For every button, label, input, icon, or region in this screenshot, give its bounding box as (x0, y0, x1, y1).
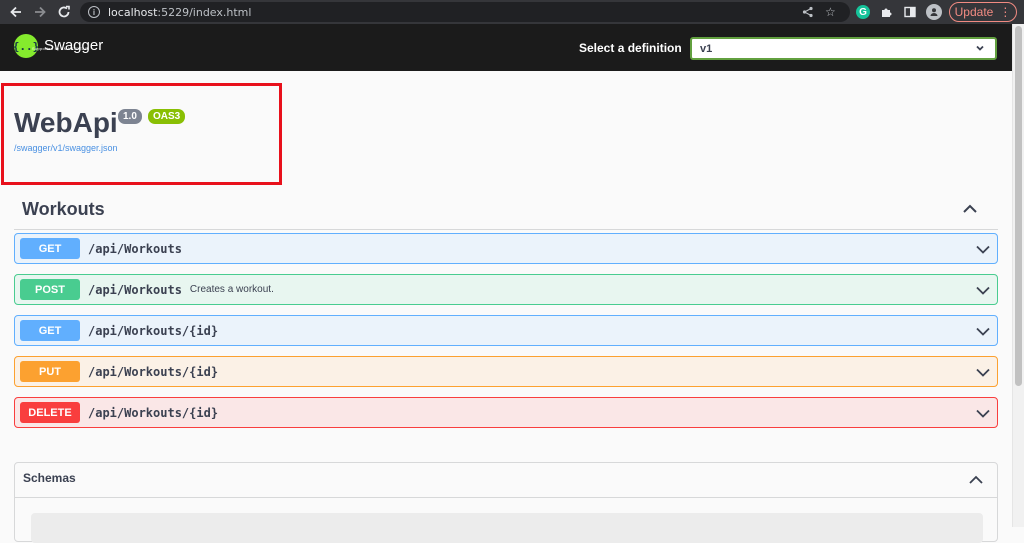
chevron-up-icon[interactable] (967, 471, 985, 489)
update-button[interactable]: Update ⋮ (949, 2, 1017, 22)
schema-model-row[interactable] (31, 513, 983, 543)
extensions-puzzle-icon[interactable] (878, 4, 894, 20)
method-badge: POST (20, 279, 80, 300)
operation-summary: Creates a workout. (189, 284, 274, 295)
tag-divider (14, 229, 998, 230)
operation-delete-workout[interactable]: DELETE /api/Workouts/{id} (14, 397, 998, 428)
chevron-down-icon[interactable] (975, 364, 991, 380)
schemas-title[interactable]: Schemas (23, 471, 76, 485)
grammarly-icon[interactable]: G (856, 5, 870, 19)
operation-path: /api/Workouts/{id} (88, 364, 219, 379)
back-arrow-icon[interactable] (6, 2, 26, 22)
method-badge: PUT (20, 361, 80, 382)
operation-path: /api/Workouts/{id} (88, 405, 219, 420)
chevron-down-icon[interactable] (975, 241, 991, 257)
chevron-down-icon[interactable] (975, 405, 991, 421)
swagger-logo-subtitle: Supported by SMARTBEAR (32, 46, 89, 51)
forward-arrow-icon[interactable] (30, 2, 50, 22)
operation-post-workouts[interactable]: POST /api/Workouts Creates a workout. (14, 274, 998, 305)
chevron-down-icon[interactable] (975, 323, 991, 339)
operation-get-workout-by-id[interactable]: GET /api/Workouts/{id} (14, 315, 998, 346)
profile-avatar-icon[interactable] (926, 4, 942, 20)
site-info-icon[interactable]: i (88, 6, 100, 18)
definition-select[interactable]: v1 (690, 37, 997, 60)
version-badge: 1.0 (118, 109, 142, 124)
definition-select-value: v1 (700, 42, 713, 55)
schemas-divider (15, 497, 997, 498)
schemas-section: Schemas (14, 462, 998, 543)
method-badge: GET (20, 320, 80, 341)
spec-json-link[interactable]: /swagger/v1/swagger.json (14, 143, 118, 153)
tag-title-workouts[interactable]: Workouts (22, 199, 105, 220)
api-title: WebApi (14, 107, 118, 138)
bookmark-star-icon[interactable]: ☆ (825, 2, 836, 22)
share-icon[interactable] (802, 2, 814, 22)
operation-put-workout[interactable]: PUT /api/Workouts/{id} (14, 356, 998, 387)
operation-path: /api/Workouts (88, 282, 182, 297)
oas-badge: OAS3 (148, 109, 186, 124)
operation-path: /api/Workouts (88, 241, 182, 256)
definition-label: Select a definition (579, 41, 682, 55)
url-text: localhost:5229/index.html (108, 5, 252, 19)
page-scrollbar-thumb[interactable] (1015, 26, 1022, 386)
reload-icon[interactable] (54, 2, 74, 22)
more-vert-icon: ⋮ (999, 5, 1012, 19)
chevron-down-icon[interactable] (975, 282, 991, 298)
update-label: Update (954, 5, 994, 19)
operation-path: /api/Workouts/{id} (88, 323, 219, 338)
method-badge: GET (20, 238, 80, 259)
side-panel-icon[interactable] (902, 4, 918, 20)
swagger-topbar: {..} Swagger Supported by SMARTBEAR Sele… (0, 24, 1012, 71)
chevron-up-icon[interactable] (960, 199, 980, 219)
operation-get-workouts[interactable]: GET /api/Workouts (14, 233, 998, 264)
method-badge: DELETE (20, 402, 80, 423)
chevron-down-icon (975, 43, 985, 56)
address-bar[interactable]: i localhost:5229/index.html ☆ (80, 2, 850, 22)
browser-toolbar: i localhost:5229/index.html ☆ G Update ⋮ (0, 0, 1024, 24)
